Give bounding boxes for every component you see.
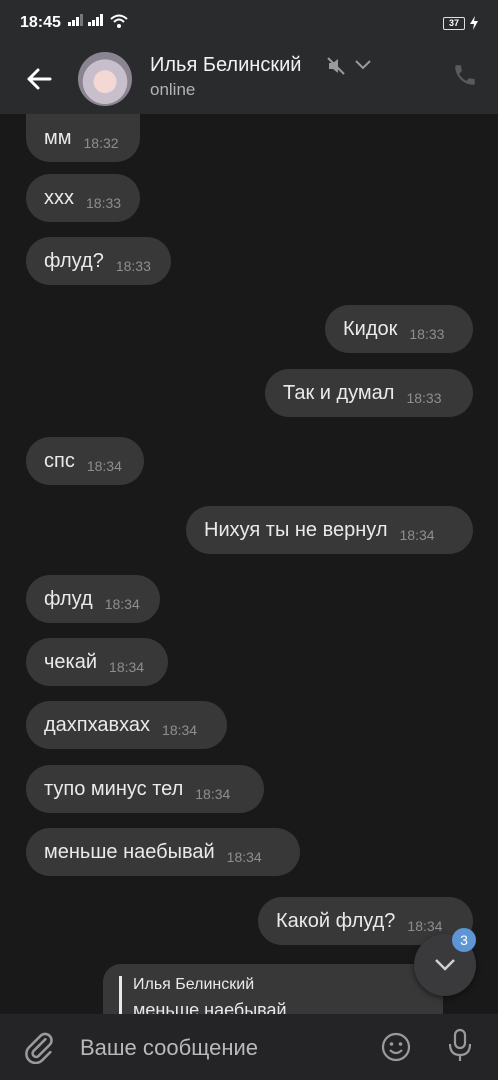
message-bubble-in[interactable]: ххх 18:33 [26,174,140,222]
message-bubble-in[interactable]: тупо минус тел 18:34 [26,765,264,813]
message-bubble-in[interactable]: меньше наебывай 18:34 [26,828,300,876]
contact-status: online [150,80,196,99]
message-text: дахпхавхах [44,713,151,736]
message-time: 18:34 [407,918,443,934]
message-text: флуд? [44,249,104,272]
message-time: 18:33 [86,195,122,211]
paperclip-icon[interactable] [22,1030,56,1064]
charging-icon [470,16,478,30]
emoji-icon[interactable] [380,1031,412,1063]
message-composer [0,1014,498,1080]
message-time: 18:34 [399,527,435,543]
message-bubble-out[interactable]: Нихуя ты не вернул 18:34 [186,506,473,554]
message-time: 18:34 [86,458,122,474]
status-time: 18:45 [20,14,61,31]
reply-message-bubble[interactable]: Илья Белинский меньше наебывай [103,964,443,1014]
reply-quote-bar [119,976,122,1014]
message-bubble-out[interactable]: Кидок 18:33 [325,305,473,353]
reply-author: Илья Белинский [133,976,255,993]
message-time: 18:32 [83,135,119,151]
unread-count-badge: 3 [452,928,476,952]
message-bubble-in[interactable]: дахпхавхах 18:34 [26,701,227,749]
chevron-down-icon[interactable] [354,58,372,72]
message-time: 18:33 [406,390,442,406]
mute-icon [327,57,345,75]
chat-header: Илья Белинский online [0,44,498,114]
message-text: чекай [44,650,98,673]
message-text: Какой флуд? [276,909,396,932]
message-text: мм [44,126,72,149]
avatar[interactable] [78,52,132,106]
message-time: 18:34 [195,786,231,802]
message-text: Так и думал [283,381,395,404]
phone-icon[interactable] [452,62,478,88]
message-bubble-in[interactable]: спс 18:34 [26,437,144,485]
message-time: 18:34 [162,722,198,738]
back-arrow-icon[interactable] [24,64,54,94]
message-time: 18:33 [115,258,151,274]
signal-icon [88,14,103,26]
message-bubble-in[interactable]: чекай 18:34 [26,638,168,686]
message-bubble-in[interactable]: флуд? 18:33 [26,237,171,285]
message-text: тупо минус тел [44,777,184,800]
battery-level: 37 [448,18,459,28]
message-bubble-in[interactable]: мм 18:32 [26,114,140,162]
status-bar: 18:45 37 [0,0,498,44]
message-time: 18:34 [226,849,262,865]
message-list[interactable]: мм 18:32 ххх 18:33 флуд? 18:33 Кидок 18:33 Т… [0,114,498,1014]
message-text: меньше наебывай [44,840,215,863]
message-bubble-in[interactable]: флуд 18:34 [26,575,160,623]
message-time: 18:34 [109,659,145,675]
chevron-down-icon [435,959,455,971]
mic-icon[interactable] [447,1028,473,1064]
message-text: Нихуя ты не вернул [204,518,388,541]
signal-icon [68,14,83,26]
message-bubble-out[interactable]: Так и думал 18:33 [265,369,473,417]
wifi-icon [110,14,128,28]
message-text: Кидок [343,317,398,340]
message-time: 18:33 [409,326,445,342]
message-time: 18:34 [104,596,140,612]
message-input[interactable] [78,1030,372,1066]
battery-icon: 37 [443,17,465,30]
reply-quote-text: меньше наебывай [133,1000,287,1014]
message-text: ххх [44,186,74,209]
message-text: спс [44,449,75,472]
message-text: флуд [44,587,93,610]
contact-name[interactable]: Илья Белинский [150,54,301,77]
